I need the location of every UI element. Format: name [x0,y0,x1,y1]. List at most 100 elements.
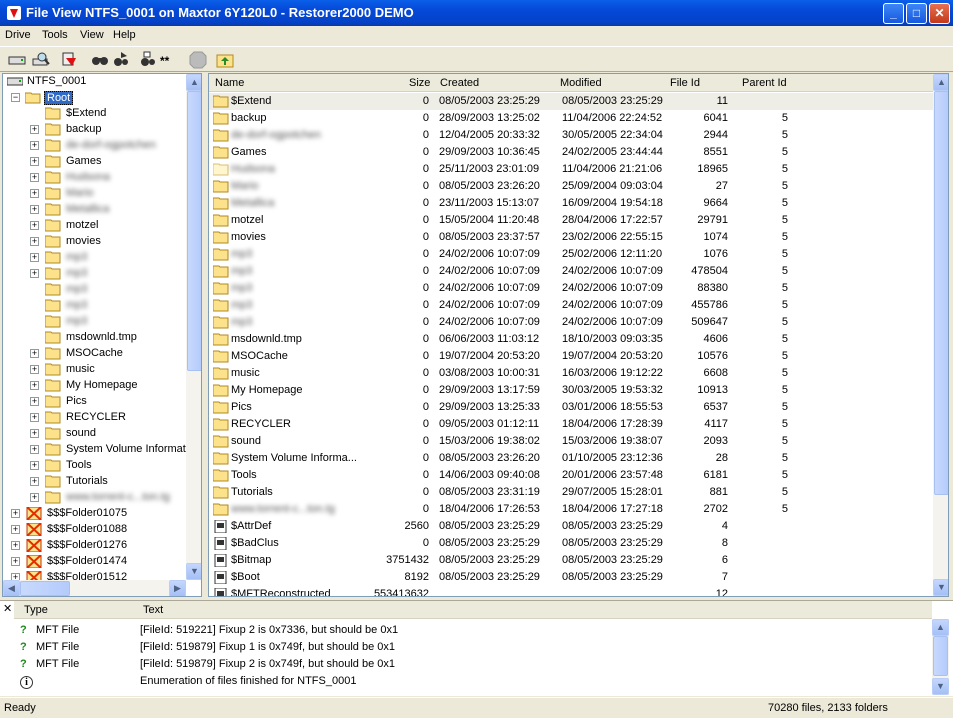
find-next-button[interactable] [111,50,131,70]
scroll-thumb[interactable] [934,91,948,495]
expand-icon[interactable]: + [30,189,39,198]
log-row[interactable]: ? MFT File [FileId: 519879] Fixup 2 is 0x7… [0,656,930,673]
list-row[interactable]: $MFTReconstructed 553413632 12 [209,586,939,596]
expand-icon[interactable]: + [11,557,20,566]
column-header-parentid[interactable]: Parent Id [742,77,787,89]
close-log-icon[interactable]: ✕ [3,602,12,615]
scan-button[interactable] [60,50,80,70]
column-header-modified[interactable]: Modified [560,77,602,89]
list-row[interactable]: $Extend 0 08/05/2003 23:25:29 08/05/2003 23… [209,93,939,110]
column-header-fileid[interactable]: File Id [670,77,700,89]
list-row[interactable]: $Bitmap 3751432 08/05/2003 23:25:29 08/05/2… [209,552,939,569]
menu-view[interactable]: View [80,29,104,41]
expand-icon[interactable]: + [30,493,39,502]
scroll-thumb[interactable] [187,91,201,371]
expand-icon[interactable]: + [30,381,39,390]
mask-button[interactable]: ** [158,50,178,70]
log-row[interactable]: ? MFT File [FileId: 519879] Fixup 1 is 0x7… [0,639,930,656]
scroll-up-icon[interactable]: ▲ [186,74,201,91]
list-row[interactable]: $BadClus 0 08/05/2003 23:25:29 08/05/2003 2… [209,535,939,552]
column-header-created[interactable]: Created [440,77,479,89]
list-row[interactable]: music 0 03/08/2003 10:00:31 16/03/2006 19:1… [209,365,939,382]
log-column-type[interactable]: Type [24,604,48,616]
list-row[interactable]: de-dorf-ogpotchen 0 12/04/2005 20:33:32 30/… [209,127,939,144]
find-button[interactable] [90,50,110,70]
log-vscrollbar[interactable]: ▲ ▼ [932,619,949,695]
find-file-button[interactable] [138,50,158,70]
list-row[interactable]: motzel 0 15/05/2004 11:20:48 28/04/2006 17:… [209,212,939,229]
drive-button[interactable] [7,50,27,70]
list-row[interactable]: mp3 0 24/02/2006 10:07:09 24/02/2006 10:07:… [209,314,939,331]
find-drive-button[interactable] [31,50,51,70]
close-button[interactable]: ✕ [929,3,950,24]
scroll-up-icon[interactable]: ▲ [933,74,948,91]
scroll-down-icon[interactable]: ▼ [932,678,949,695]
expand-icon[interactable]: + [30,221,39,230]
list-row[interactable]: Metallica 0 23/11/2003 15:13:07 16/09/2004 … [209,195,939,212]
stop-button[interactable] [188,50,208,70]
file-list[interactable]: Name Size Created Modified File Id Paren… [208,73,949,597]
list-row[interactable]: Hudsona 0 25/11/2003 23:01:09 11/04/2006 21… [209,161,939,178]
list-row[interactable]: Pics 0 29/09/2003 13:25:33 03/01/2006 18:55… [209,399,939,416]
list-row[interactable]: Games 0 29/09/2003 10:36:45 24/02/2005 23:4… [209,144,939,161]
menu-tools[interactable]: Tools [42,29,68,41]
expand-icon[interactable]: + [30,173,39,182]
list-row[interactable]: mp3 0 24/02/2006 10:07:09 24/02/2006 10:07:… [209,297,939,314]
folder-tree[interactable]: NTFS_0001 − Root $Extend + backup + de-dorf-… [2,73,202,597]
expand-icon[interactable]: + [11,541,20,550]
list-vscrollbar[interactable]: ▲ ▼ [933,74,948,596]
expand-icon[interactable]: + [30,477,39,486]
column-header-name[interactable]: Name [215,77,244,89]
expand-icon[interactable]: + [30,157,39,166]
title-bar[interactable]: File View NTFS_0001 on Maxtor 6Y120L0 - … [0,0,953,26]
minimize-button[interactable]: _ [883,3,904,24]
up-folder-button[interactable] [215,50,235,70]
scroll-left-icon[interactable]: ◀ [3,580,20,596]
expand-icon[interactable]: + [11,525,20,534]
list-row[interactable]: mp3 0 24/02/2006 10:07:09 25/02/2006 12:11:… [209,246,939,263]
expand-icon[interactable]: + [30,349,39,358]
scroll-thumb[interactable] [20,581,70,596]
scroll-thumb[interactable] [933,636,948,676]
log-column-text[interactable]: Text [143,604,163,616]
menu-help[interactable]: Help [113,29,136,41]
list-row[interactable]: movies 0 08/05/2003 23:37:57 23/02/2006 22:… [209,229,939,246]
scroll-up-icon[interactable]: ▲ [932,619,949,636]
expand-icon[interactable]: + [30,397,39,406]
expand-icon[interactable]: + [30,413,39,422]
list-row[interactable]: RECYCLER 0 09/05/2003 01:12:11 18/04/2006 1… [209,416,939,433]
list-row[interactable]: Tutorials 0 08/05/2003 23:31:19 29/07/2005 … [209,484,939,501]
expand-icon[interactable]: + [30,253,39,262]
scroll-right-icon[interactable]: ▶ [169,580,186,596]
scroll-down-icon[interactable]: ▼ [186,563,201,580]
scroll-down-icon[interactable]: ▼ [933,579,948,596]
expand-icon[interactable]: + [30,461,39,470]
list-row[interactable]: mp3 0 24/02/2006 10:07:09 24/02/2006 10:07:… [209,263,939,280]
expand-icon[interactable]: + [30,429,39,438]
list-row[interactable]: www.torrent-c...ton.tg 0 18/04/2006 17:26:… [209,501,939,518]
list-row[interactable]: MSOCache 0 19/07/2004 20:53:20 19/07/2004 2… [209,348,939,365]
tree-hscrollbar[interactable]: ◀ ▶ [3,580,186,596]
list-row[interactable]: My Homepage 0 29/09/2003 13:17:59 30/03/200… [209,382,939,399]
expand-icon[interactable]: + [30,237,39,246]
expand-icon[interactable]: + [30,141,39,150]
log-row[interactable]: i Enumeration of files finished for NTFS_… [0,673,930,690]
expand-icon[interactable]: + [11,509,20,518]
column-header-size[interactable]: Size [409,77,430,89]
list-row[interactable]: $AttrDef 2560 08/05/2003 23:25:29 08/05/200… [209,518,939,535]
list-row[interactable]: mp3 0 24/02/2006 10:07:09 24/02/2006 10:07:… [209,280,939,297]
expand-icon[interactable]: + [30,269,39,278]
list-row[interactable]: Mario 0 08/05/2003 23:26:20 25/09/2004 09:0… [209,178,939,195]
list-row[interactable]: $Boot 8192 08/05/2003 23:25:29 08/05/2003 2… [209,569,939,586]
maximize-button[interactable]: □ [906,3,927,24]
collapse-icon[interactable]: − [11,93,20,102]
list-row[interactable]: Tools 0 14/06/2003 09:40:08 20/01/2006 23:5… [209,467,939,484]
expand-icon[interactable]: + [30,445,39,454]
list-row[interactable]: System Volume Informa... 0 08/05/2003 23:2… [209,450,939,467]
log-row[interactable]: ? MFT File [FileId: 519221] Fixup 2 is 0x7… [0,622,930,639]
list-row[interactable]: msdownld.tmp 0 06/06/2003 11:03:12 18/10/20… [209,331,939,348]
tree-vscrollbar[interactable]: ▲ ▼ [186,74,201,580]
expand-icon[interactable]: + [30,365,39,374]
list-row[interactable]: backup 0 28/09/2003 13:25:02 11/04/2006 22:… [209,110,939,127]
list-row[interactable]: sound 0 15/03/2006 19:38:02 15/03/2006 19:3… [209,433,939,450]
